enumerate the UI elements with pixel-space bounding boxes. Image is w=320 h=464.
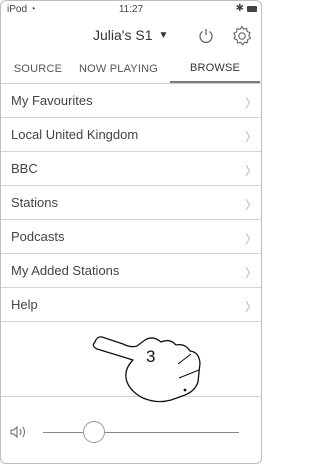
- callout-number: 3: [146, 347, 156, 366]
- gear-icon[interactable]: [230, 24, 254, 48]
- list-item-bbc[interactable]: BBC 〉: [1, 152, 261, 186]
- tab-now-playing[interactable]: NOW PLAYING: [67, 55, 170, 83]
- list-item-label: My Added Stations: [11, 263, 120, 278]
- list-item-my-favourites[interactable]: My Favourites 〉: [1, 84, 261, 118]
- volume-bar: [1, 413, 261, 453]
- list-item-label: Help: [11, 297, 38, 312]
- list-item-label: My Favourites: [11, 93, 93, 108]
- list-item-local-united-kingdom[interactable]: Local United Kingdom 〉: [1, 118, 261, 152]
- chevron-right-icon: 〉: [244, 130, 257, 144]
- header: Julia's S1 ▼: [1, 17, 261, 55]
- list-item-label: BBC: [11, 161, 38, 176]
- chevron-right-icon: 〉: [244, 232, 257, 246]
- speaker-icon: [10, 425, 25, 439]
- list-item-label: Local United Kingdom: [11, 127, 139, 142]
- chevron-right-icon: 〉: [244, 198, 257, 212]
- chevron-right-icon: 〉: [244, 300, 257, 314]
- tab-source[interactable]: SOURCE: [9, 55, 67, 83]
- chevron-right-icon: 〉: [244, 266, 257, 280]
- volume-track[interactable]: [43, 432, 239, 433]
- list-item-my-added-stations[interactable]: My Added Stations 〉: [1, 254, 261, 288]
- tab-bar: SOURCE NOW PLAYING BROWSE: [1, 55, 261, 84]
- power-icon[interactable]: [197, 27, 215, 45]
- device-name: Julia's S1: [93, 27, 153, 43]
- tab-browse[interactable]: BROWSE: [170, 55, 260, 83]
- chevron-down-icon: ▼: [158, 29, 169, 41]
- status-bar: iPod ◔ 11:27 ✱: [1, 1, 261, 17]
- list-item-help[interactable]: Help 〉: [1, 288, 261, 322]
- pointing-hand-icon: [92, 336, 201, 403]
- chevron-right-icon: 〉: [244, 96, 257, 110]
- list-item-label: Stations: [11, 195, 58, 210]
- status-right: ✱: [236, 3, 257, 14]
- battery-icon: [247, 5, 257, 12]
- volume-slider-knob[interactable]: [82, 421, 105, 443]
- list-item-label: Podcasts: [11, 229, 65, 244]
- device-selector[interactable]: Julia's S1 ▼: [93, 27, 168, 43]
- list-item-stations[interactable]: Stations 〉: [1, 186, 261, 220]
- status-time: 11:27: [118, 4, 144, 15]
- bluetooth-icon: ✱: [235, 3, 244, 14]
- list-item-podcasts[interactable]: Podcasts 〉: [1, 220, 261, 254]
- chevron-right-icon: 〉: [244, 164, 257, 178]
